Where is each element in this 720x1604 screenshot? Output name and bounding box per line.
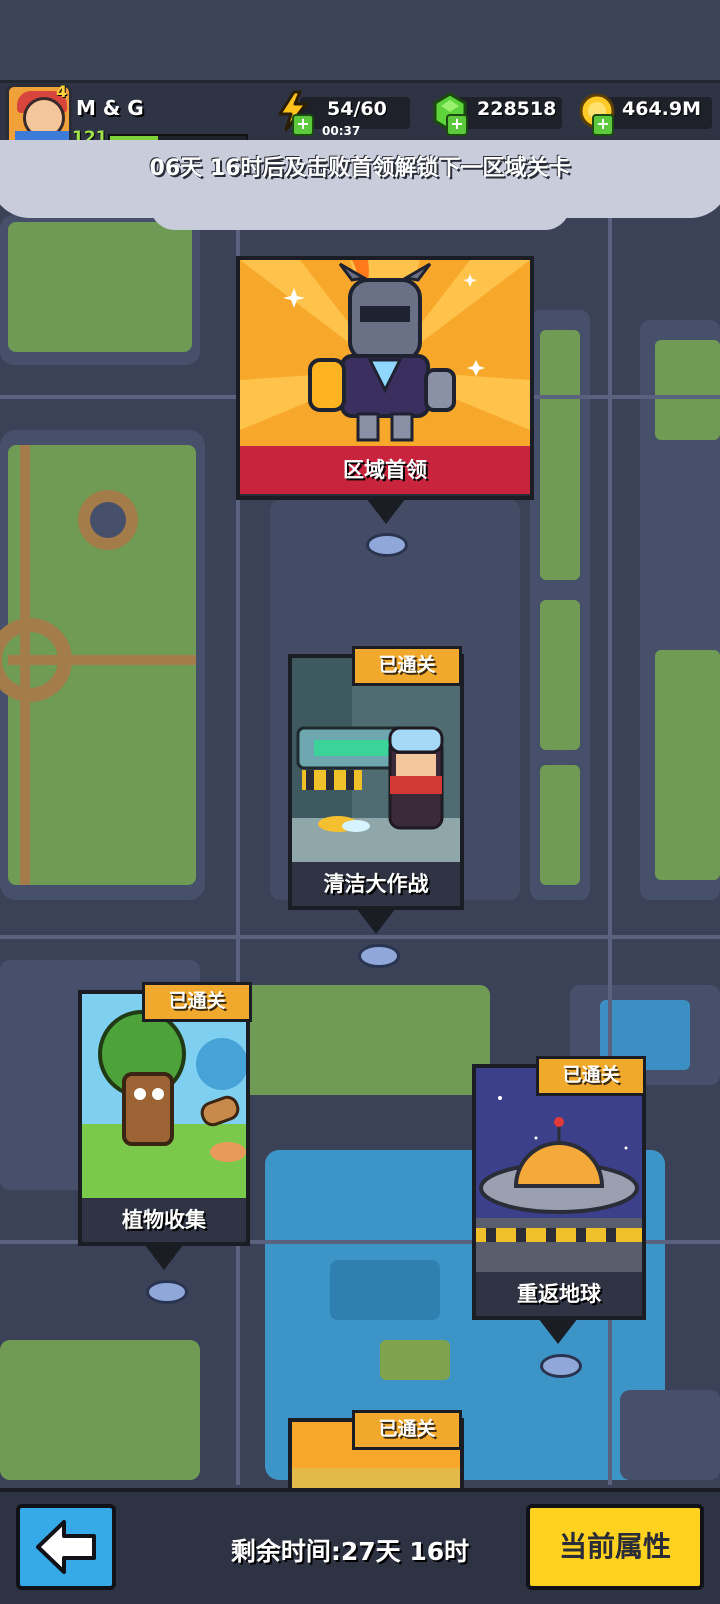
stage-plants-cleared-badge: 已通关 — [142, 982, 252, 1022]
stage-earth-node[interactable] — [540, 1354, 582, 1378]
gems-add-button[interactable]: + — [446, 114, 468, 136]
boss-portrait — [240, 260, 530, 446]
stage-earth-pointer — [538, 1318, 578, 1344]
stage-earth-art — [476, 1068, 642, 1272]
stage-plants-label: 植物收集 — [82, 1198, 246, 1242]
gold-value: 464.9M — [622, 98, 702, 120]
boss-stage-card[interactable]: 区域首领 — [236, 256, 534, 500]
arrow-left-icon — [36, 1520, 96, 1574]
gold-add-button[interactable]: + — [592, 114, 614, 136]
top-status-area — [0, 0, 720, 80]
energy-timer: 00:37 — [322, 124, 361, 138]
stage-card-plants[interactable]: 已通关 植物收集 — [78, 982, 252, 1246]
stage-cleaning-label: 清洁大作战 — [292, 862, 460, 906]
back-button[interactable] — [16, 1504, 116, 1590]
stage-next-cleared-badge: 已通关 — [352, 1410, 462, 1450]
energy-value: 54/60 — [327, 98, 387, 120]
energy-add-button[interactable]: + — [292, 114, 314, 136]
stage-cleaning-node[interactable] — [358, 944, 400, 968]
stage-plants-node[interactable] — [146, 1280, 188, 1304]
stage-cleaning-pointer — [356, 908, 396, 934]
unlock-notice: 06天 16时后及击败首领解锁下一区域关卡 — [149, 156, 571, 181]
gems-value: 228518 — [477, 98, 557, 120]
current-attributes-button[interactable]: 当前属性 — [526, 1504, 704, 1590]
stage-card-cleaning[interactable]: 已通关 清洁大作战 — [288, 646, 464, 910]
stage-plants-art — [82, 994, 246, 1198]
stage-cleaning-art — [292, 658, 460, 862]
stage-card-next[interactable]: 已通关 — [288, 1410, 464, 1492]
boss-stage-node[interactable] — [366, 533, 408, 557]
stage-card-earth[interactable]: 已通关 重返地球 — [472, 1056, 646, 1320]
stage-plants-pointer — [144, 1244, 184, 1270]
stage-cleaning-cleared-badge: 已通关 — [352, 646, 462, 686]
avatar-star-level: 4 — [56, 82, 68, 101]
remaining-time: 剩余时间:27天 16时 — [230, 1537, 470, 1566]
cloud-banner-lobe — [150, 180, 570, 230]
boss-card-pointer — [366, 498, 406, 524]
stage-earth-cleared-badge: 已通关 — [536, 1056, 646, 1096]
stage-earth-label: 重返地球 — [476, 1272, 642, 1316]
player-name: M & G — [76, 96, 144, 120]
boss-stage-label: 区域首领 — [240, 446, 530, 494]
